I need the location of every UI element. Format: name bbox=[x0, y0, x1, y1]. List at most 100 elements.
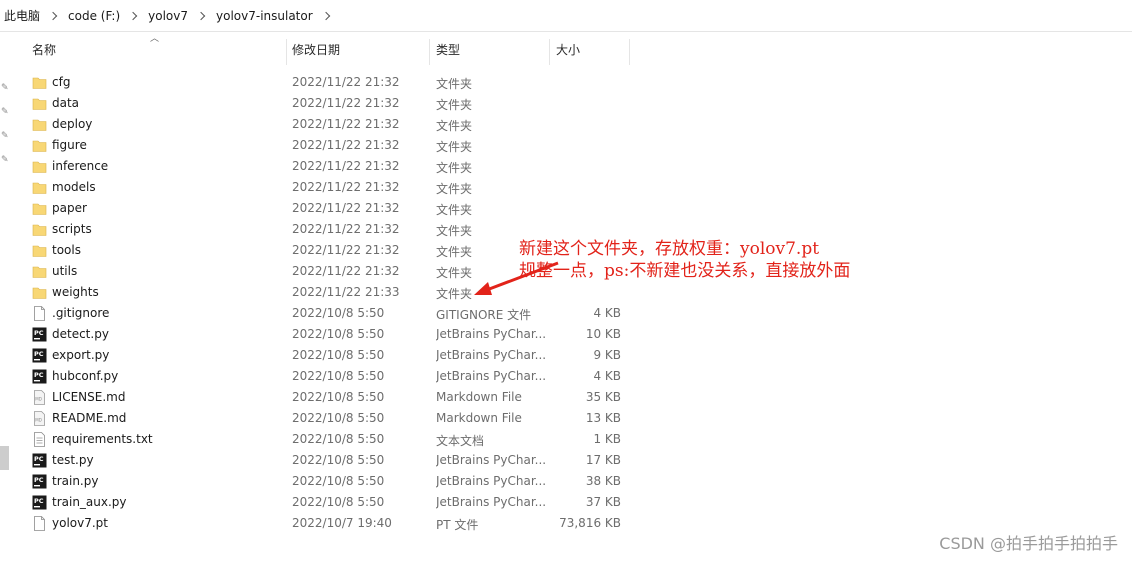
breadcrumb-item-drive[interactable]: code (F:) bbox=[66, 9, 122, 23]
file-modified-date: 2022/10/8 5:50 bbox=[292, 327, 385, 341]
chevron-right-icon[interactable] bbox=[48, 11, 58, 20]
file-row[interactable]: yolov7.pt 2022/10/7 19:40 PT 文件 73,816 KB bbox=[26, 513, 632, 534]
navigation-pane-edge: ✎ ✎ ✎ ✎ bbox=[0, 31, 12, 561]
file-modified-date: 2022/10/8 5:50 bbox=[292, 474, 385, 488]
file-type: JetBrains PyChar... bbox=[436, 495, 547, 509]
svg-text:PC: PC bbox=[34, 476, 44, 484]
text-file-icon bbox=[32, 432, 47, 447]
folder-row[interactable]: data 2022/11/22 21:32 文件夹 bbox=[26, 93, 632, 114]
file-size: 10 KB bbox=[585, 327, 621, 341]
file-size: 4 KB bbox=[593, 369, 621, 383]
file-row[interactable]: PC detect.py 2022/10/8 5:50 JetBrains PyCha… bbox=[26, 324, 632, 345]
file-modified-date: 2022/10/8 5:50 bbox=[292, 453, 385, 467]
file-name: figure bbox=[52, 138, 87, 152]
column-header-size-label: 大小 bbox=[556, 42, 581, 57]
svg-text:PC: PC bbox=[34, 455, 44, 463]
file-name: models bbox=[52, 180, 96, 194]
file-name: utils bbox=[52, 264, 78, 278]
column-header-date[interactable]: 修改日期 bbox=[292, 31, 424, 67]
pin-icon: ✎ bbox=[1, 107, 9, 117]
svg-text:PC: PC bbox=[34, 350, 44, 358]
folder-row[interactable]: paper 2022/11/22 21:32 文件夹 bbox=[26, 198, 632, 219]
pycharm-icon: PC bbox=[32, 348, 47, 363]
file-modified-date: 2022/10/8 5:50 bbox=[292, 306, 385, 320]
svg-text:PC: PC bbox=[34, 497, 44, 505]
pycharm-icon: PC bbox=[32, 453, 47, 468]
file-row[interactable]: requirements.txt 2022/10/8 5:50 文本文档 1 KB bbox=[26, 429, 632, 450]
file-name: cfg bbox=[52, 75, 71, 89]
file-name: requirements.txt bbox=[52, 432, 153, 446]
file-row[interactable]: MD README.md 2022/10/8 5:50 Markdown File 13… bbox=[26, 408, 632, 429]
file-row[interactable]: PC train_aux.py 2022/10/8 5:50 JetBrains Py… bbox=[26, 492, 632, 513]
folder-icon bbox=[32, 75, 47, 90]
file-modified-date: 2022/10/8 5:50 bbox=[292, 390, 385, 404]
markdown-file-icon: MD bbox=[32, 411, 47, 426]
folder-icon bbox=[32, 285, 47, 300]
file-type: 文件夹 bbox=[436, 182, 473, 196]
file-size: 37 KB bbox=[585, 495, 621, 509]
file-name: hubconf.py bbox=[52, 369, 119, 383]
folder-row[interactable]: inference 2022/11/22 21:32 文件夹 bbox=[26, 156, 632, 177]
file-type: Markdown File bbox=[436, 411, 522, 425]
folder-icon bbox=[32, 96, 47, 111]
annotation-line-1: 新建这个文件夹，存放权重：yolov7.pt bbox=[519, 239, 820, 259]
file-name: scripts bbox=[52, 222, 92, 236]
file-type: GITIGNORE 文件 bbox=[436, 308, 532, 322]
file-row[interactable]: MD LICENSE.md 2022/10/8 5:50 Markdown File 3… bbox=[26, 387, 632, 408]
column-divider[interactable] bbox=[429, 39, 430, 65]
column-divider[interactable] bbox=[629, 39, 630, 65]
file-modified-date: 2022/10/8 5:50 bbox=[292, 432, 385, 446]
folder-row[interactable]: deploy 2022/11/22 21:32 文件夹 bbox=[26, 114, 632, 135]
file-modified-date: 2022/10/8 5:50 bbox=[292, 348, 385, 362]
file-modified-date: 2022/11/22 21:32 bbox=[292, 243, 400, 257]
folder-icon bbox=[32, 201, 47, 216]
pycharm-icon: PC bbox=[32, 369, 47, 384]
file-type: 文件夹 bbox=[436, 140, 473, 154]
file-modified-date: 2022/11/22 21:33 bbox=[292, 285, 400, 299]
file-size: 38 KB bbox=[585, 474, 621, 488]
file-type: Markdown File bbox=[436, 390, 522, 404]
file-modified-date: 2022/11/22 21:32 bbox=[292, 96, 400, 110]
file-row[interactable]: PC export.py 2022/10/8 5:50 JetBrains PyCha… bbox=[26, 345, 632, 366]
file-row[interactable]: .gitignore 2022/10/8 5:50 GITIGNORE 文件 4 KB bbox=[26, 303, 632, 324]
file-name: yolov7.pt bbox=[52, 516, 108, 530]
file-row[interactable]: PC hubconf.py 2022/10/8 5:50 JetBrains PyCh… bbox=[26, 366, 632, 387]
chevron-right-icon[interactable] bbox=[196, 11, 206, 20]
column-divider[interactable] bbox=[549, 39, 550, 65]
pin-icon: ✎ bbox=[1, 155, 9, 165]
column-divider[interactable] bbox=[286, 39, 287, 65]
file-size: 13 KB bbox=[585, 411, 621, 425]
file-modified-date: 2022/10/7 19:40 bbox=[292, 516, 392, 530]
markdown-file-icon: MD bbox=[32, 390, 47, 405]
folder-row[interactable]: figure 2022/11/22 21:32 文件夹 bbox=[26, 135, 632, 156]
file-type: JetBrains PyChar... bbox=[436, 474, 547, 488]
file-type: JetBrains PyChar... bbox=[436, 369, 547, 383]
file-type: 文件夹 bbox=[436, 98, 473, 112]
folder-icon bbox=[32, 159, 47, 174]
chevron-right-icon[interactable] bbox=[128, 11, 138, 20]
breadcrumb-item-current[interactable]: yolov7-insulator bbox=[214, 9, 315, 23]
chevron-right-icon[interactable] bbox=[321, 11, 330, 20]
file-type: JetBrains PyChar... bbox=[436, 348, 547, 362]
file-name: train.py bbox=[52, 474, 99, 488]
file-size: 73,816 KB bbox=[559, 516, 621, 530]
column-header-name[interactable]: 名称 bbox=[32, 31, 282, 67]
file-name: .gitignore bbox=[52, 306, 110, 320]
folder-row[interactable]: models 2022/11/22 21:32 文件夹 bbox=[26, 177, 632, 198]
column-header-type[interactable]: 类型 bbox=[436, 31, 546, 67]
navigation-scrollbar-thumb[interactable] bbox=[0, 446, 9, 470]
breadcrumb-item-yolov7[interactable]: yolov7 bbox=[146, 9, 190, 23]
file-type: 文件夹 bbox=[436, 161, 473, 175]
file-row[interactable]: PC test.py 2022/10/8 5:50 JetBrains PyChar.… bbox=[26, 450, 632, 471]
column-header-size[interactable]: 大小 bbox=[556, 31, 626, 67]
folder-row[interactable]: cfg 2022/11/22 21:32 文件夹 bbox=[26, 72, 632, 93]
folder-row[interactable]: scripts 2022/11/22 21:32 文件夹 bbox=[26, 219, 632, 240]
file-row[interactable]: PC train.py 2022/10/8 5:50 JetBrains PyChar… bbox=[26, 471, 632, 492]
file-size: 17 KB bbox=[585, 453, 621, 467]
breadcrumb-item-this-pc[interactable]: 此电脑 bbox=[2, 7, 42, 24]
file-modified-date: 2022/10/8 5:50 bbox=[292, 411, 385, 425]
file-name: train_aux.py bbox=[52, 495, 127, 509]
pycharm-icon: PC bbox=[32, 327, 47, 342]
file-modified-date: 2022/11/22 21:32 bbox=[292, 201, 400, 215]
file-name: paper bbox=[52, 201, 87, 215]
